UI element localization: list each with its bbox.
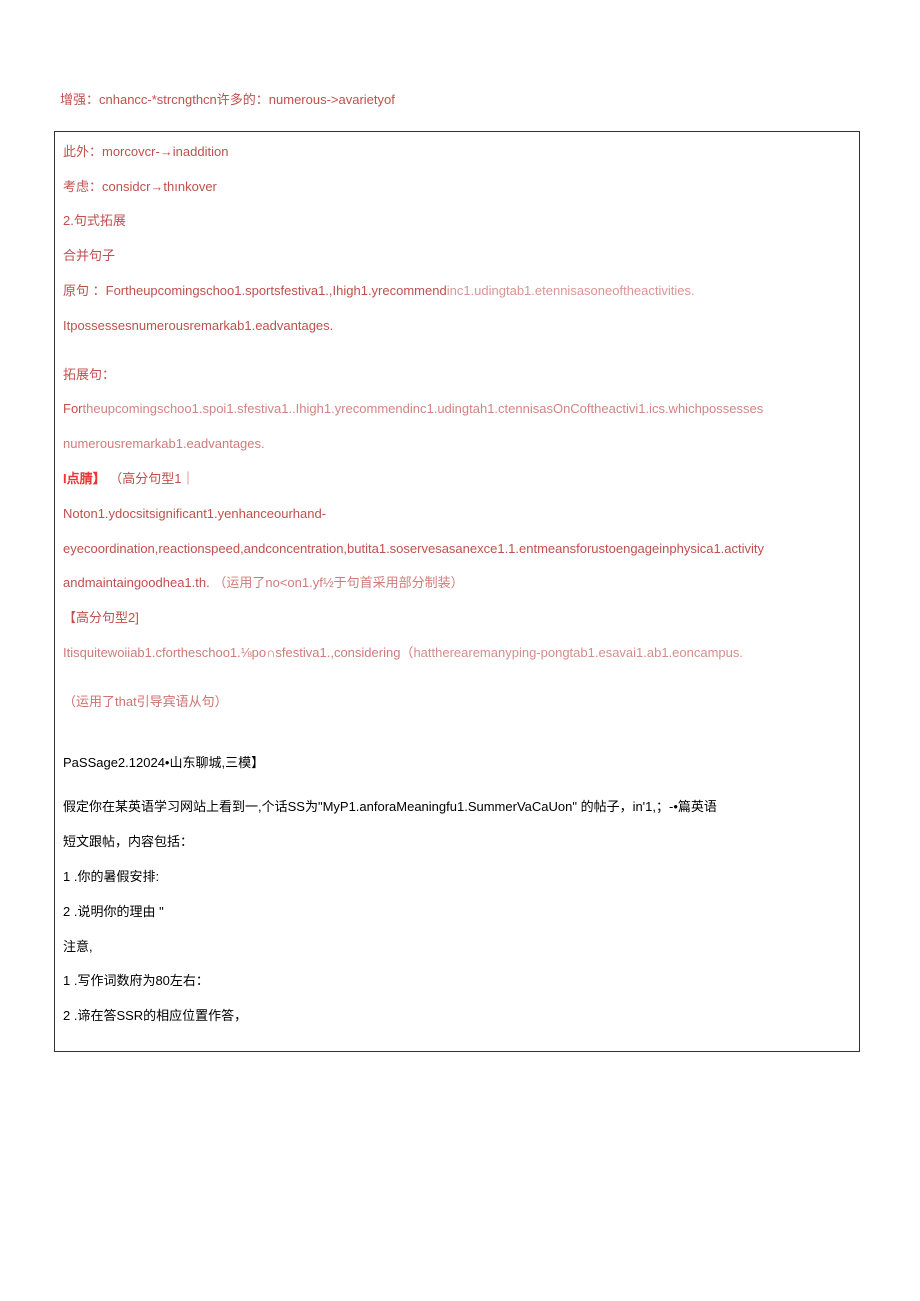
- expand-text-part2: theupcomingschoo1.spoi1.sfestiva1..Ihigh…: [83, 401, 764, 416]
- notice-item-2: 2 .谛在答SSR的相应位置作答，: [63, 1006, 851, 1027]
- merge-sentence-label: 合并句子: [63, 246, 851, 267]
- prompt-line2: 短文跟帖，内容包括：: [63, 832, 851, 853]
- gaofen2-line1: Itisquitewoiiab1.cfortheschoo1.⅛po∩sfest…: [63, 643, 851, 664]
- gaofen2-note: （运用了that引导宾语从句）: [63, 692, 851, 713]
- prompt-line1: 假定你在某英语学习网站上看到一,个话SS为"MyP1.anforaMeaning…: [63, 797, 851, 818]
- expand-sentence-label: 拓展句：: [63, 365, 851, 386]
- notice-item-1: 1 .写作词数府为80左右：: [63, 971, 851, 992]
- list-item-2: 2 .说明你的理由 ": [63, 902, 851, 923]
- content-box: 此外：morcovcr-→inaddition 考虑：considcr→thın…: [54, 131, 860, 1052]
- passage-title: PaSSage2.12024•山东聊城,三模】: [63, 753, 851, 774]
- gaofen2-label: 【高分句型2]: [63, 608, 851, 629]
- original-text-part2: inc1.udingtab1.e: [447, 283, 542, 298]
- original-text-part3: tennisasoneoftheactivities.: [542, 283, 694, 298]
- list-item-1: 1 .你的暑假安排:: [63, 867, 851, 888]
- gaofen1-line3-note: （运用了no<on1.yf½于句首采用部分制装）: [213, 575, 463, 590]
- dianjing-row: I点腈】 （高分句型1｜: [63, 469, 851, 490]
- original-sentence-line1: 原句 ：Fortheupcomingschoo1.sportsfestiva1.…: [63, 281, 851, 302]
- synonym-moreover: 此外：morcovcr-→inaddition: [63, 142, 851, 163]
- gaofen1-line3-text: andmaintaingoodhea1.th.: [63, 575, 210, 590]
- gaofen2-line1b: hattherearemanyping-pongtab1.esavai1.ab1…: [413, 645, 743, 660]
- heading-sentence-expand: 2.句式拓展: [63, 211, 851, 232]
- gaofen1-line1: Noton1.ydocsitsignificant1.yenhanceourha…: [63, 504, 851, 525]
- expand-sentence-line2: numerousremarkab1.eadvantages.: [63, 434, 851, 455]
- expand-sentence-line1: Fortheupcomingschoo1.spoi1.sfestiva1..Ih…: [63, 399, 851, 420]
- original-label: 原句 ：: [63, 283, 106, 298]
- gaofen1-label: （高分句型1｜: [109, 471, 194, 486]
- synonym-consider: 考虑：considcr→thınkover: [63, 177, 851, 198]
- original-sentence-line2: Itpossessesnumerousremarkab1.eadvantages…: [63, 316, 851, 337]
- original-text-part1: Fortheupcomingschoo1.sportsfestiva1.,Ihi…: [106, 283, 447, 298]
- dianjing-label: I点腈】: [63, 471, 106, 486]
- gaofen1-line2: eyecoordination,reactionspeed,andconcent…: [63, 539, 851, 560]
- notice-label: 注意,: [63, 937, 851, 958]
- gaofen1-line3: andmaintaingoodhea1.th. （运用了no<on1.yf½于句…: [63, 573, 851, 594]
- synonym-line-outer: 增强：cnhancc-*strcngthcn许多的：numerous->avar…: [0, 10, 920, 121]
- expand-text-bold: For: [63, 401, 83, 416]
- gaofen2-line1a: Itisquitewoiiab1.cfortheschoo1.⅛po∩sfest…: [63, 645, 413, 660]
